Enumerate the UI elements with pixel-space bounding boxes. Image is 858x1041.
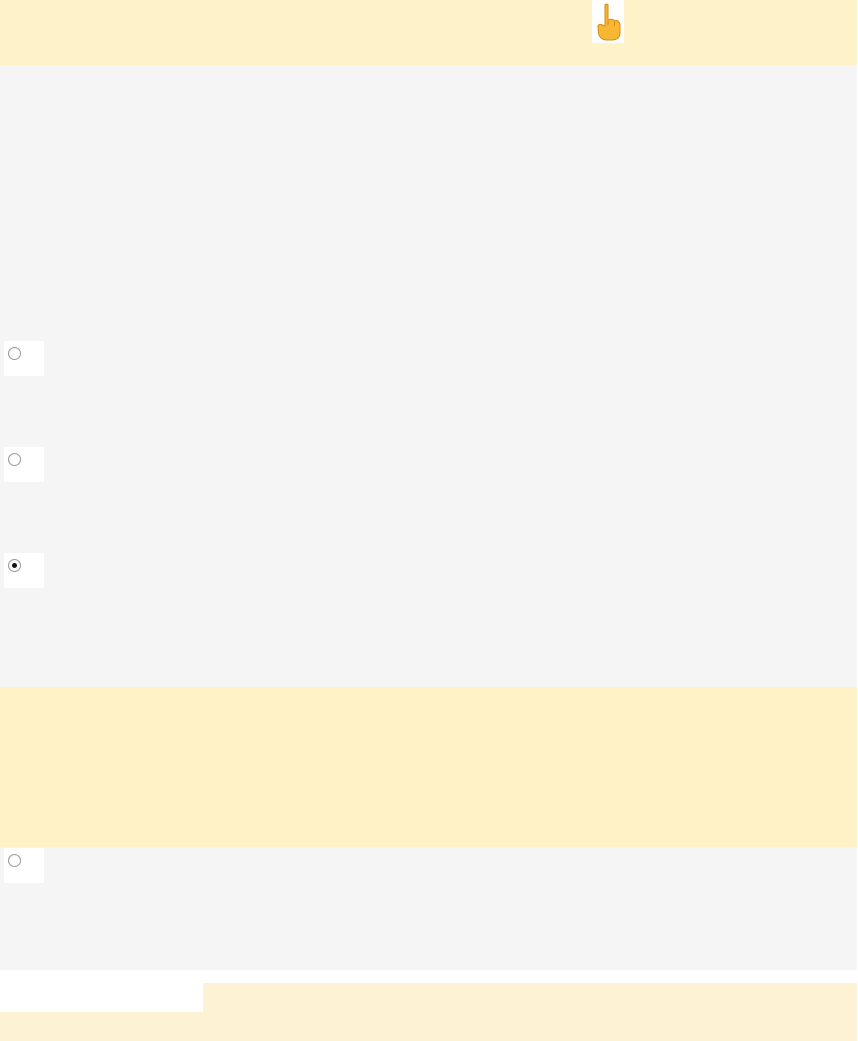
radio-button-option-4[interactable] [8, 854, 21, 867]
radio-button-option-1[interactable] [8, 347, 21, 360]
footer-left-band [0, 1012, 203, 1041]
pointing-up-hand-icon[interactable] [592, 0, 624, 43]
option-row-1[interactable] [4, 341, 44, 376]
options-panel-lower [0, 847, 857, 970]
option-row-3[interactable] [4, 553, 44, 588]
divider [0, 970, 857, 983]
option-row-4[interactable] [4, 848, 44, 883]
option-row-2[interactable] [4, 447, 44, 482]
radio-button-option-2[interactable] [8, 453, 21, 466]
page [0, 0, 858, 1041]
highlighted-section [0, 687, 857, 847]
footer-highlight-band [203, 983, 857, 1041]
header-highlight-band [0, 0, 857, 65]
footer-left-blank [0, 983, 203, 1012]
options-panel [0, 65, 857, 687]
radio-button-option-3[interactable] [8, 559, 21, 572]
